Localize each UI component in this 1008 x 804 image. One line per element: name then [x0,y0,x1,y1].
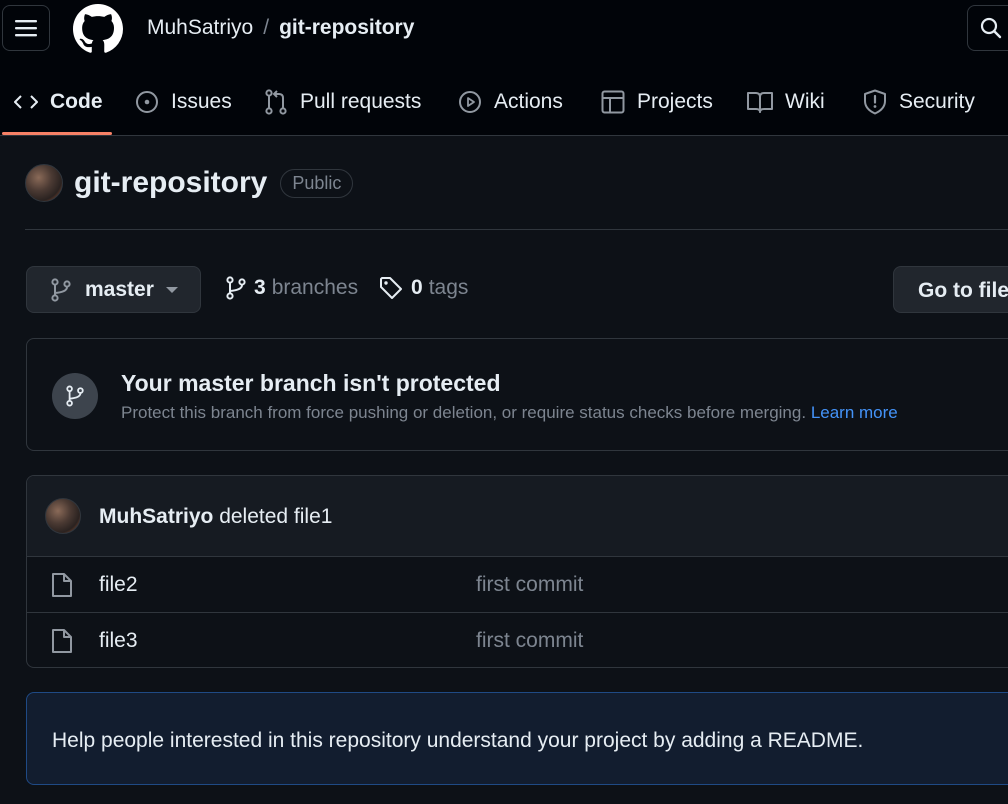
table-row: file3 first commit [27,612,1008,667]
branch-protection-banner: Your master branch isn't protected Prote… [26,338,1008,451]
protection-title: Your master branch isn't protected [121,370,501,396]
search-button[interactable] [967,5,1008,51]
play-icon [459,91,481,113]
file-icon [52,629,72,653]
repo-title[interactable]: git-repository [74,166,267,200]
git-branch-icon [51,277,71,302]
shield-icon [864,89,886,115]
tab-security-label: Security [899,90,975,113]
tags-count: 0 [411,276,423,299]
tab-projects-label: Projects [637,90,713,113]
section-divider [25,229,1008,230]
breadcrumb: MuhSatriyo / git-repository [147,16,414,40]
branches-label: branches [271,276,359,299]
tab-projects[interactable]: Projects [601,84,713,120]
file-name[interactable]: file2 [99,573,138,597]
search-icon [980,17,1002,39]
file-icon [52,573,72,597]
branch-name: master [85,277,154,301]
commit-author-avatar[interactable] [45,498,81,534]
tab-issues-label: Issues [171,90,232,113]
branches-count: 3 [254,276,266,299]
commit-message[interactable]: deleted file1 [219,505,332,528]
protection-description-text: Protect this branch from force pushing o… [121,403,807,422]
branch-protection-icon-circle [52,373,98,419]
git-pull-request-icon [265,89,287,115]
repo-heading: git-repository Public [25,163,354,203]
tab-wiki[interactable]: Wiki [747,84,825,120]
branch-select-button[interactable]: master [26,266,201,313]
owner-avatar[interactable] [25,164,63,202]
github-logo-icon[interactable] [73,4,123,54]
tab-actions[interactable]: Actions [458,84,563,120]
go-to-file-button[interactable]: Go to file [893,266,1008,313]
caret-down-icon [165,286,178,293]
app-header: MuhSatriyo / git-repository Code Issues [0,0,1008,136]
active-tab-indicator [2,132,112,135]
tab-security[interactable]: Security [863,84,975,120]
tags-label: tags [428,276,469,299]
tab-code[interactable]: Code [14,84,103,120]
tab-pull-requests[interactable]: Pull requests [264,84,421,120]
menu-button[interactable] [2,5,50,51]
breadcrumb-separator: / [263,16,270,39]
hamburger-icon [15,20,37,37]
latest-commit-bar: MuhSatriyo deleted file1 [27,476,1008,557]
tab-issues[interactable]: Issues [135,84,232,120]
tab-wiki-label: Wiki [785,90,825,113]
git-branch-icon [66,385,84,407]
file-list: MuhSatriyo deleted file1 file2 first com… [26,475,1008,668]
breadcrumb-repo[interactable]: git-repository [279,16,414,39]
readme-prompt-banner: Help people interested in this repositor… [26,692,1008,785]
file-commit-message[interactable]: first commit [476,573,583,597]
book-icon [747,92,773,113]
branches-link[interactable]: 3 branches [226,276,358,300]
breadcrumb-owner[interactable]: MuhSatriyo [147,16,253,39]
file-name[interactable]: file3 [99,629,138,653]
tab-pull-requests-label: Pull requests [300,90,422,113]
tags-link[interactable]: 0 tags [379,276,468,300]
code-icon [14,95,38,109]
repo-nav-tabs: Code Issues Pull requests Actions Projec… [0,84,1008,120]
commit-author[interactable]: MuhSatriyo [99,505,213,528]
protection-description: Protect this branch from force pushing o… [121,403,898,423]
tab-actions-label: Actions [494,90,563,113]
table-row: file2 first commit [27,557,1008,612]
learn-more-link[interactable]: Learn more [811,403,898,422]
issue-opened-icon [136,91,158,113]
git-branch-icon [226,276,246,300]
table-icon [601,90,625,114]
readme-prompt-text: Help people interested in this repositor… [52,729,864,752]
visibility-badge: Public [280,168,354,198]
tab-code-label: Code [50,90,103,113]
latest-commit-text: MuhSatriyo deleted file1 [99,505,332,529]
file-commit-message[interactable]: first commit [476,629,583,653]
tag-icon [380,277,402,299]
